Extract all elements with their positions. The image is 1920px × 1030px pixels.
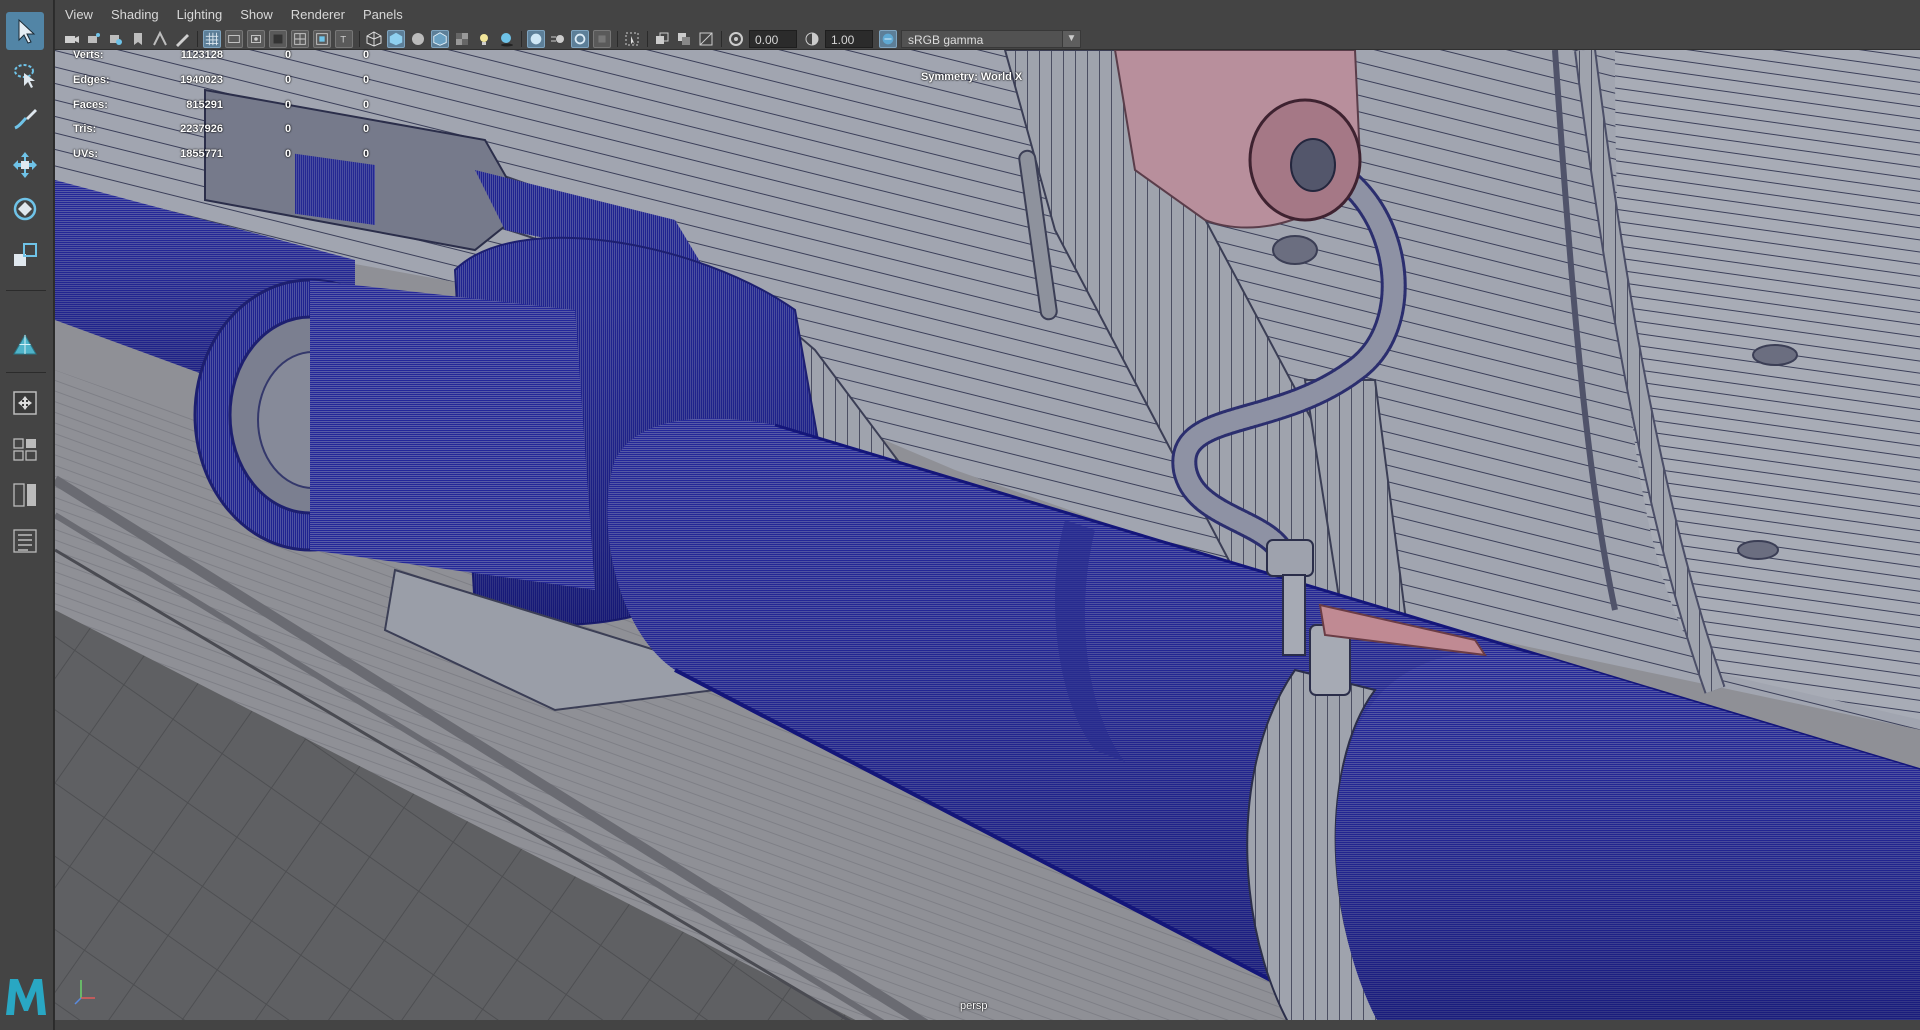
menu-renderer[interactable]: Renderer — [291, 7, 345, 22]
scene-viewport[interactable] — [55, 50, 1920, 1030]
menu-panels[interactable]: Panels — [363, 7, 403, 22]
hud-row-verts: Verts: 1123128 0 0 — [73, 49, 403, 69]
view-transform-value: sRGB gamma — [908, 32, 984, 47]
rail-divider — [6, 372, 46, 373]
toolbar-divider — [359, 30, 360, 47]
smooth-shade-icon[interactable] — [387, 29, 405, 48]
resolution-gate-icon[interactable] — [247, 29, 265, 48]
rotate-tool-icon[interactable] — [6, 190, 44, 228]
xray-components-icon[interactable] — [697, 30, 715, 48]
motion-blur-icon[interactable] — [549, 30, 567, 48]
maya-logo-icon — [6, 979, 46, 1015]
hud-row-faces: Faces: 815291 0 0 — [73, 99, 403, 119]
hud-label: Tris: — [73, 123, 97, 135]
two-pane-icon[interactable] — [6, 476, 44, 514]
rail-divider — [6, 290, 46, 291]
wireframe-icon[interactable] — [365, 30, 383, 48]
menu-show[interactable]: Show — [240, 7, 273, 22]
hud-row-edges: Edges: 1940023 0 0 — [73, 74, 403, 94]
hud-selected: 0 — [285, 148, 292, 160]
hud-value: 2237926 — [180, 123, 223, 135]
grid-toggle-icon[interactable] — [203, 29, 221, 48]
menu-view[interactable]: View — [65, 7, 93, 22]
panel-menubar: View Shading Lighting Show Renderer Pane… — [55, 0, 1920, 28]
depth-of-field-icon[interactable] — [593, 29, 611, 48]
use-all-lights-icon[interactable] — [475, 30, 493, 48]
gamma-field[interactable]: 1.00 — [825, 29, 873, 48]
hud-selected: 0 — [285, 74, 292, 86]
view-axis-icon — [74, 980, 95, 1005]
hud-components: 0 — [363, 99, 370, 111]
paint-select-icon[interactable] — [6, 100, 44, 138]
field-chart-icon[interactable] — [291, 29, 309, 48]
hud-label: Faces: — [73, 99, 108, 111]
wireframe-on-shaded-icon[interactable] — [431, 29, 449, 48]
hud-label: Edges: — [73, 74, 110, 86]
default-material-icon[interactable] — [409, 30, 427, 48]
hud-components: 0 — [363, 74, 370, 86]
grease-pencil-icon[interactable] — [173, 30, 191, 48]
soft-mod-icon[interactable] — [6, 326, 44, 364]
safe-title-icon[interactable]: T — [335, 29, 353, 48]
bookmark-icon[interactable] — [107, 30, 125, 48]
hud-row-uvs: UVs: 1855771 0 0 — [73, 148, 403, 168]
toolbar-divider — [617, 30, 618, 47]
hud-label: UVs: — [73, 148, 99, 160]
toolbar-divider — [521, 30, 522, 47]
hud-components: 0 — [363, 123, 370, 135]
toolbar-divider — [647, 30, 648, 47]
safe-action-icon[interactable] — [313, 29, 331, 48]
hud-value: 1855771 — [180, 148, 223, 160]
camera-name-label: persp — [960, 1000, 988, 1012]
select-tool-icon[interactable] — [6, 12, 44, 50]
screen-space-ao-icon[interactable] — [527, 29, 545, 48]
svg-text:T: T — [339, 35, 346, 45]
hud-label: Verts: — [73, 49, 104, 61]
view-transform-dropdown[interactable]: sRGB gamma ▼ — [901, 29, 1081, 48]
color-management-icon[interactable] — [879, 29, 897, 48]
chevron-down-icon[interactable]: ▼ — [1062, 30, 1080, 47]
exposure-field[interactable]: 0.00 — [749, 29, 797, 48]
film-gate-icon[interactable] — [225, 29, 243, 48]
quick-layout-icon[interactable] — [6, 430, 44, 468]
panel-toolbar: T 0.00 1.00 sRGB gamma ▼ — [55, 28, 1920, 50]
hud-components: 0 — [363, 49, 370, 61]
hud-value: 1123128 — [180, 49, 223, 61]
textured-icon[interactable] — [453, 30, 471, 48]
isolate-select-icon[interactable] — [623, 30, 641, 48]
hud-components: 0 — [363, 148, 370, 160]
camera-select-icon[interactable] — [63, 30, 81, 48]
hud-value: 1940023 — [180, 74, 223, 86]
lasso-tool-icon[interactable] — [6, 56, 44, 94]
hud-selected: 0 — [285, 99, 292, 111]
shadows-icon[interactable] — [497, 30, 515, 48]
viewport-bottom-border — [55, 1020, 1920, 1030]
tool-rail — [0, 0, 54, 1030]
two-d-pan-icon[interactable] — [151, 30, 169, 48]
gamma-icon[interactable] — [803, 30, 821, 48]
outliner-icon[interactable] — [6, 522, 44, 560]
move-tool-icon[interactable] — [6, 146, 44, 184]
menu-shading[interactable]: Shading — [111, 7, 159, 22]
hud-selected: 0 — [285, 49, 292, 61]
exposure-icon[interactable] — [727, 30, 745, 48]
camera-attributes-icon[interactable] — [85, 30, 103, 48]
toolbar-divider — [721, 30, 722, 47]
symmetry-indicator: Symmetry: World X — [921, 71, 1023, 83]
anti-alias-icon[interactable] — [571, 29, 589, 48]
menu-lighting[interactable]: Lighting — [177, 7, 223, 22]
image-plane-icon[interactable] — [129, 30, 147, 48]
scale-tool-icon[interactable] — [6, 236, 44, 274]
toolbar-divider — [197, 30, 198, 47]
gate-mask-icon[interactable] — [269, 29, 287, 48]
hud-row-tris: Tris: 2237926 0 0 — [73, 123, 403, 143]
xray-joints-icon[interactable] — [675, 30, 693, 48]
xray-icon[interactable] — [653, 30, 671, 48]
viewport-panel[interactable]: View Shading Lighting Show Renderer Pane… — [54, 0, 1920, 1030]
hud-selected: 0 — [285, 123, 292, 135]
hud-value: 815291 — [186, 99, 223, 111]
maya-window: View Shading Lighting Show Renderer Pane… — [0, 0, 1920, 1030]
show-manipulator-icon[interactable] — [6, 384, 44, 422]
